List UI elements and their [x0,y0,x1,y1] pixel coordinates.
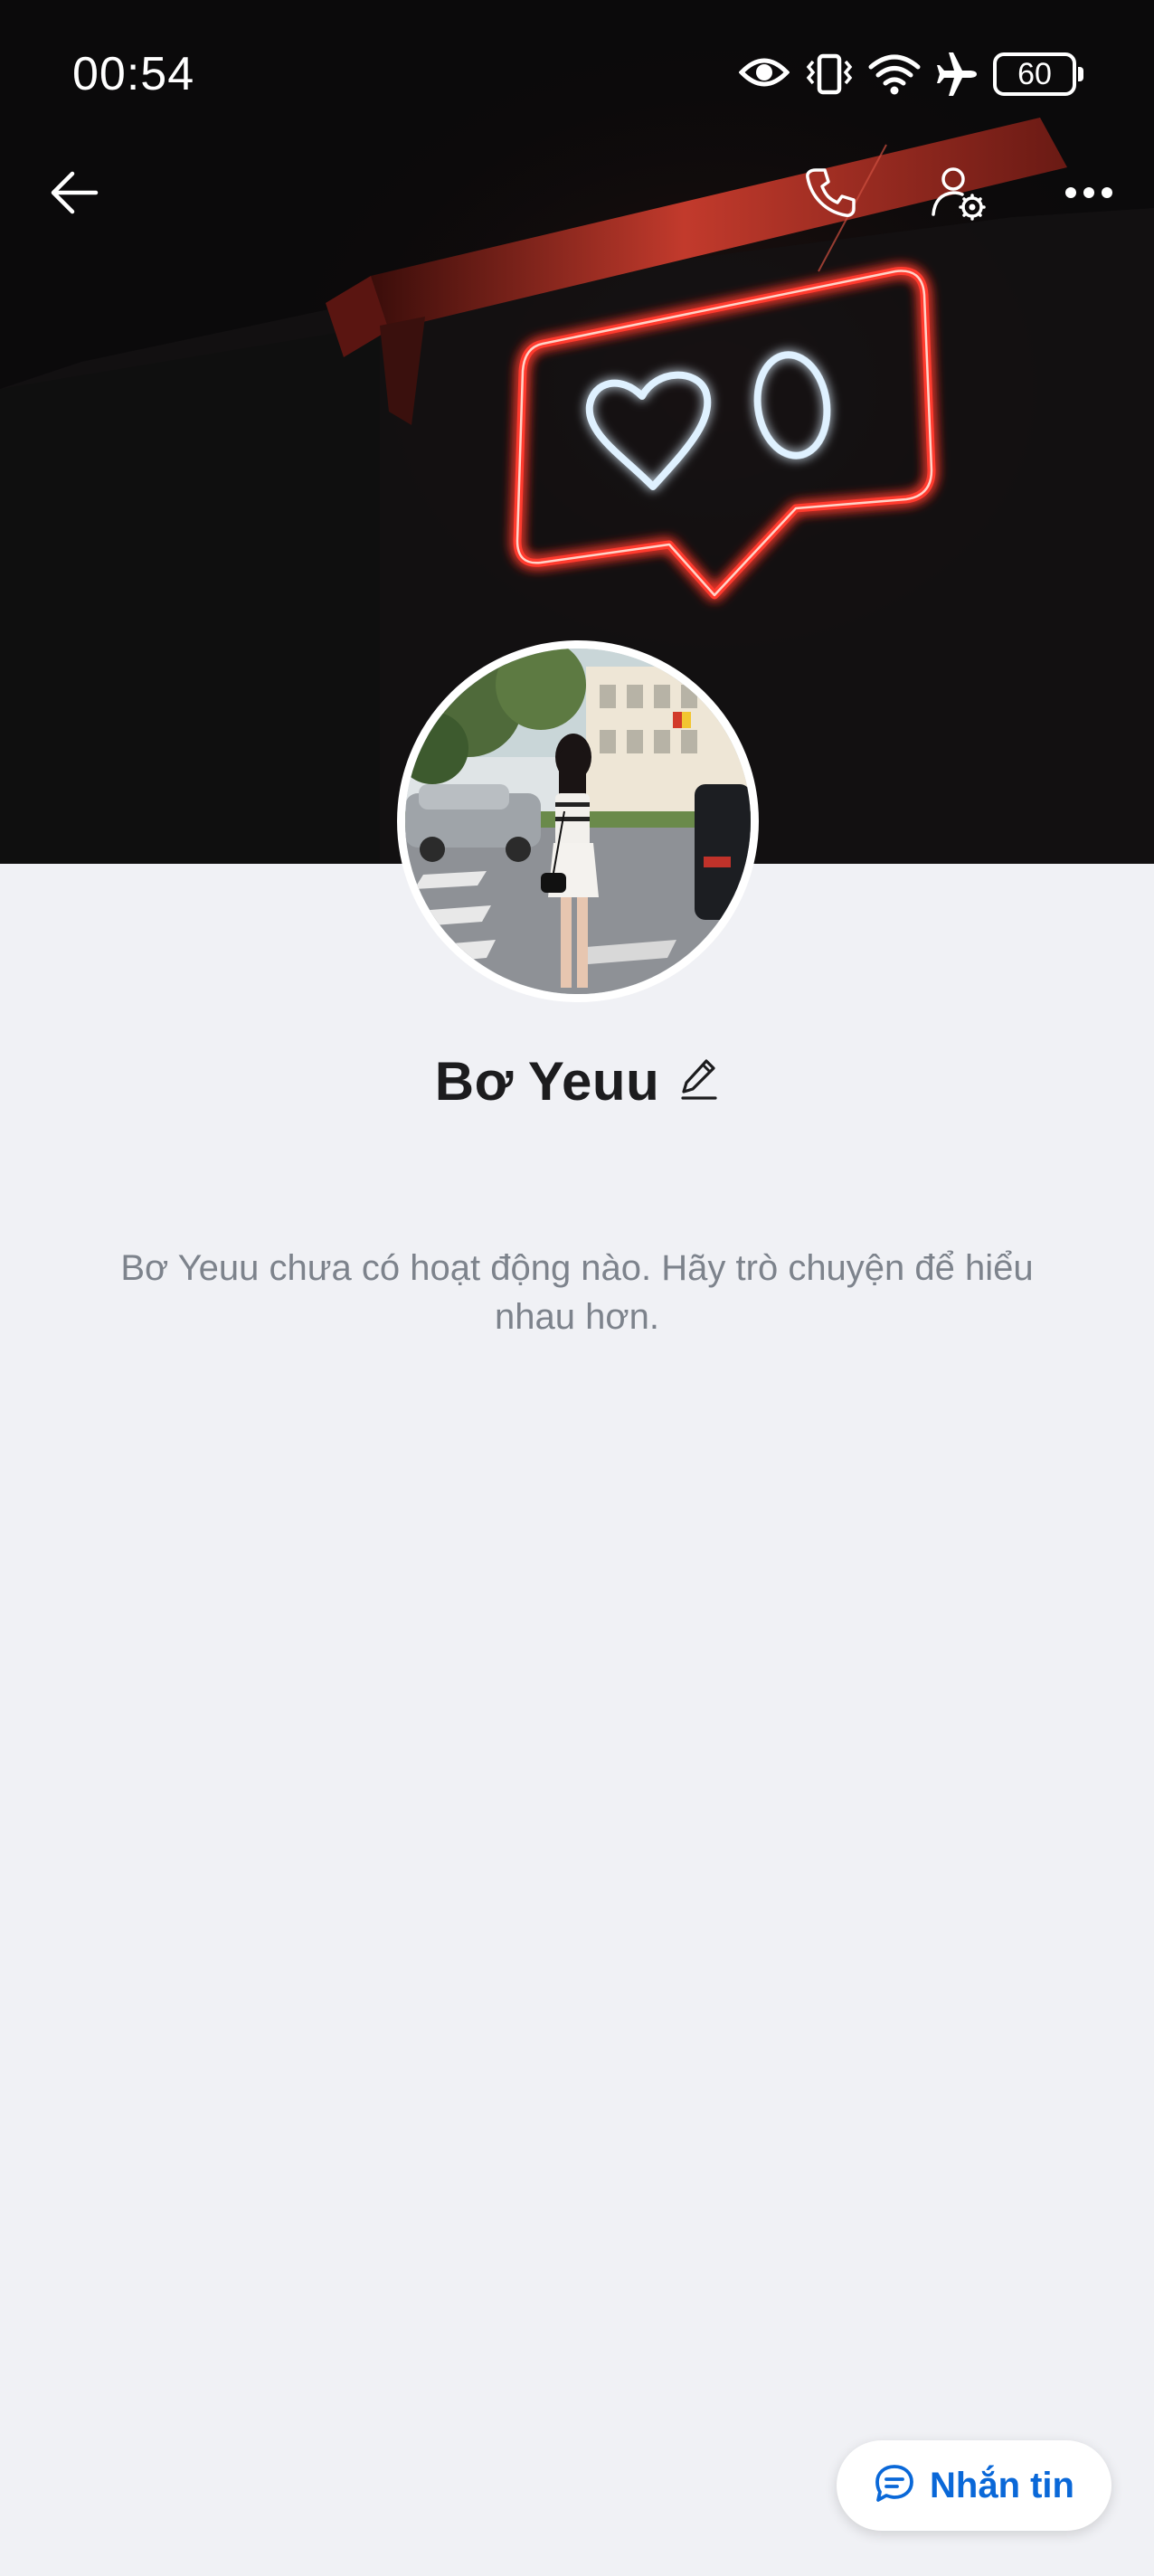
arrow-left-icon [49,170,99,220]
airplane-icon [933,52,980,100]
vibrate-icon [805,52,854,100]
battery-icon: 60 [993,52,1083,96]
eye-icon [738,52,790,97]
message-button-label: Nhắn tin [930,2465,1074,2505]
avatar[interactable] [397,640,759,1002]
pencil-icon[interactable] [679,1057,719,1105]
status-time: 00:54 [72,48,195,100]
more-button[interactable] [1044,149,1134,240]
profile-name-row: Bơ Yeuu [0,1040,1154,1122]
profile-name: Bơ Yeuu [434,1050,660,1112]
battery-level: 60 [1017,56,1052,91]
more-horizontal-icon [1064,185,1114,204]
phone-icon [803,166,857,224]
profile-settings-button[interactable] [913,149,1004,240]
wifi-icon [868,52,921,100]
avatar-photo [405,649,751,994]
message-button[interactable]: Nhắn tin [837,2440,1111,2531]
chat-bubble-icon [874,2463,915,2509]
call-button[interactable] [785,149,875,240]
back-button[interactable] [29,149,119,240]
user-settings-icon [930,164,988,226]
empty-activity-message: Bơ Yeuu chưa có hoạt động nào. Hãy trò c… [120,1248,1034,1337]
profile-screen: 00:54 60 Bơ Yeuu Bơ Yeuu chưa có hoạt độ… [0,0,1154,2576]
status-bar: 00:54 60 [0,0,1154,149]
